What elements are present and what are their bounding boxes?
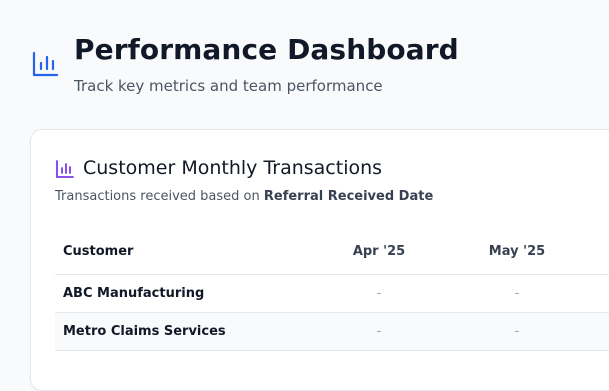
bar-chart-icon <box>32 51 59 77</box>
page-subtitle: Track key metrics and team performance <box>74 77 383 95</box>
column-header-may-25[interactable]: May '25 <box>472 228 562 274</box>
month-value: - <box>376 286 382 301</box>
table-header-row: Customer Apr '25 May '25 <box>55 228 609 275</box>
page-title: Performance Dashboard <box>74 33 459 66</box>
table-row[interactable]: Metro Claims Services - - <box>55 313 609 351</box>
card-title: Customer Monthly Transactions <box>83 157 383 179</box>
month-value: - <box>376 324 382 339</box>
column-header-apr-25[interactable]: Apr '25 <box>334 228 424 274</box>
card-subtitle-emphasis: Referral Received Date <box>263 189 434 204</box>
month-value: - <box>514 286 520 301</box>
customer-name: ABC Manufacturing <box>63 286 205 301</box>
card-subtitle: Transactions received based on Referral … <box>55 189 433 204</box>
page-header: Performance Dashboard Track key metrics … <box>0 0 609 130</box>
table-row[interactable]: ABC Manufacturing - - <box>55 275 609 313</box>
customer-transactions-card: Customer Monthly Transactions Transactio… <box>30 129 609 391</box>
card-subtitle-prefix: Transactions received based on <box>55 189 264 204</box>
bar-chart-icon <box>56 160 74 178</box>
customer-name: Metro Claims Services <box>63 324 226 339</box>
month-value: - <box>514 324 520 339</box>
transactions-table: Customer Apr '25 May '25 ABC Manufacturi… <box>55 228 609 351</box>
column-header-customer[interactable]: Customer <box>63 228 133 274</box>
